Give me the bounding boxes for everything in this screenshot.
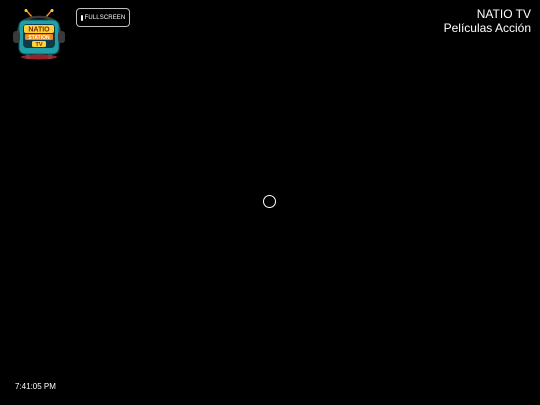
svg-text:STATION: STATION	[28, 35, 50, 41]
fullscreen-button[interactable]: FULLSCREEN	[76, 8, 130, 27]
fullscreen-label: FULLSCREEN	[84, 14, 126, 21]
svg-text:NATIO: NATIO	[28, 27, 50, 34]
retro-tv-logo-icon: NATIO STATION TV	[13, 9, 65, 60]
player-screen[interactable]: NATIO STATION TV FULLSCREEN NATIO TV Pel…	[0, 0, 540, 405]
program-title: Películas Acción	[443, 20, 531, 35]
station-logo: NATIO STATION TV	[12, 9, 66, 61]
fullscreen-icon	[80, 14, 83, 21]
svg-text:TV: TV	[35, 42, 42, 48]
channel-info: NATIO TV Películas Acción	[443, 7, 531, 35]
channel-name: NATIO TV	[476, 7, 531, 21]
loading-spinner-icon	[263, 195, 276, 208]
clock: 7:41:05 PM	[15, 382, 56, 391]
